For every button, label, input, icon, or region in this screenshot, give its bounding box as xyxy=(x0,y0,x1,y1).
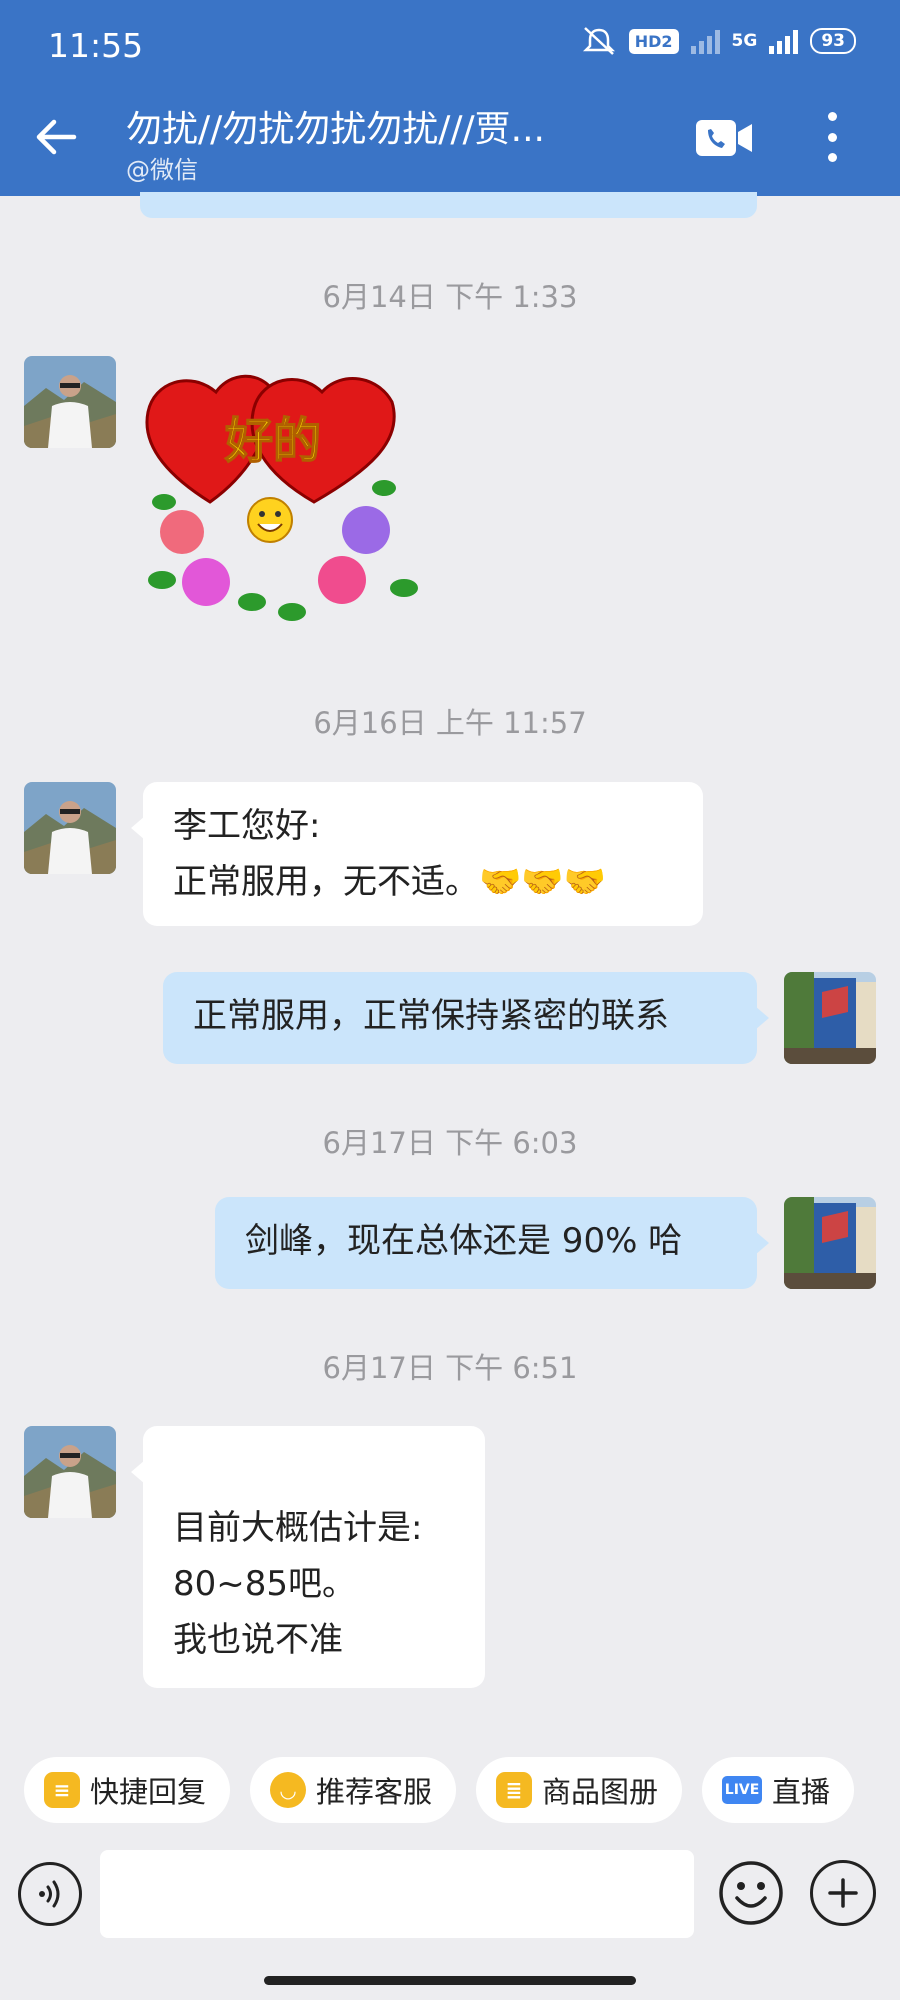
signal-icon xyxy=(690,28,720,54)
message-line: 80~85吧。 xyxy=(173,1564,357,1604)
contact-avatar[interactable] xyxy=(24,782,116,874)
more-options-icon[interactable] xyxy=(825,112,839,162)
product-album-icon: ≣ xyxy=(496,1772,533,1808)
chat-subtitle: @微信 xyxy=(126,156,198,184)
message-line: 李工您好: xyxy=(173,806,321,846)
message-bubble[interactable]: 目前大概估计是: 80~85吧。 我也说不准 xyxy=(131,1426,485,1688)
my-avatar[interactable] xyxy=(784,972,876,1064)
message-line: 正常服用，无不适。🤝🤝🤝 xyxy=(173,862,607,902)
sticker-text: 好的 xyxy=(224,413,321,469)
home-indicator[interactable] xyxy=(264,1976,636,1985)
message-text: 剑峰，现在总体还是 90% 哈 xyxy=(245,1221,683,1261)
message-line: 我也说不准 xyxy=(173,1620,343,1660)
quick-reply-icon: ≡ xyxy=(44,1772,80,1808)
customer-service-icon: ◡ xyxy=(270,1772,307,1808)
status-time: 11:55 xyxy=(48,26,144,65)
handshake-emoji: 🤝🤝🤝 xyxy=(479,862,607,902)
emoji-icon[interactable] xyxy=(718,1860,784,1926)
product-album-label: 商品图册 xyxy=(542,1775,659,1809)
quick-reply-label: 快捷回复 xyxy=(90,1775,207,1809)
voice-icon xyxy=(39,1880,60,1908)
plus-icon xyxy=(828,1878,858,1908)
mute-icon xyxy=(582,27,615,55)
status-icons: HD2 5G 93 xyxy=(581,26,856,56)
customer-service-button[interactable]: ◡ 推荐客服 xyxy=(250,1757,457,1823)
chat-title: 勿扰//勿扰勿扰勿扰///贾... xyxy=(126,109,545,150)
timestamp: 6月17日 下午 6:03 xyxy=(322,1126,578,1160)
my-message-bubble[interactable]: 剑峰，现在总体还是 90% 哈 xyxy=(215,1197,769,1289)
battery-indicator: 93 xyxy=(810,28,856,54)
live-button[interactable]: LIVE 直播 xyxy=(702,1757,855,1823)
chat-header: 11:55 HD2 5G 93 勿扰//勿扰勿扰勿扰///贾... @微信 xyxy=(0,0,900,196)
previous-message-bubble xyxy=(140,192,757,218)
voice-input-button[interactable] xyxy=(18,1862,82,1926)
message-bubble[interactable]: 李工您好: 正常服用，无不适。🤝🤝🤝 xyxy=(131,782,703,926)
ok-sticker[interactable]: 好的 xyxy=(142,362,424,640)
live-icon: LIVE xyxy=(722,1776,763,1804)
timestamp: 6月16日 上午 11:57 xyxy=(313,706,587,740)
timestamp: 6月17日 下午 6:51 xyxy=(322,1351,578,1385)
more-plus-button[interactable] xyxy=(810,1860,876,1926)
customer-service-label: 推荐客服 xyxy=(316,1775,433,1809)
live-label: 直播 xyxy=(772,1775,831,1809)
input-bar xyxy=(0,1848,900,1948)
message-input[interactable] xyxy=(100,1850,694,1938)
signal-strong-icon xyxy=(769,28,799,54)
my-avatar[interactable] xyxy=(784,1197,876,1289)
back-arrow-icon[interactable] xyxy=(30,110,84,164)
my-message-bubble[interactable]: 正常服用，正常保持紧密的联系 xyxy=(163,972,769,1064)
contact-avatar[interactable] xyxy=(24,1426,116,1518)
message-text: 正常服用，正常保持紧密的联系 xyxy=(193,996,669,1036)
product-album-button[interactable]: ≣ 商品图册 xyxy=(476,1757,683,1823)
contact-avatar[interactable] xyxy=(24,356,116,448)
video-call-icon[interactable] xyxy=(694,118,754,158)
quick-actions-bar: ≡ 快捷回复 ◡ 推荐客服 ≣ 商品图册 LIVE 直播 xyxy=(0,1730,900,1850)
quick-reply-button[interactable]: ≡ 快捷回复 xyxy=(24,1757,231,1823)
message-line: 目前大概估计是: xyxy=(173,1508,423,1548)
timestamp: 6月14日 下午 1:33 xyxy=(322,280,578,314)
hd-badge: HD2 xyxy=(628,28,679,54)
network-label: 5G xyxy=(731,31,758,51)
